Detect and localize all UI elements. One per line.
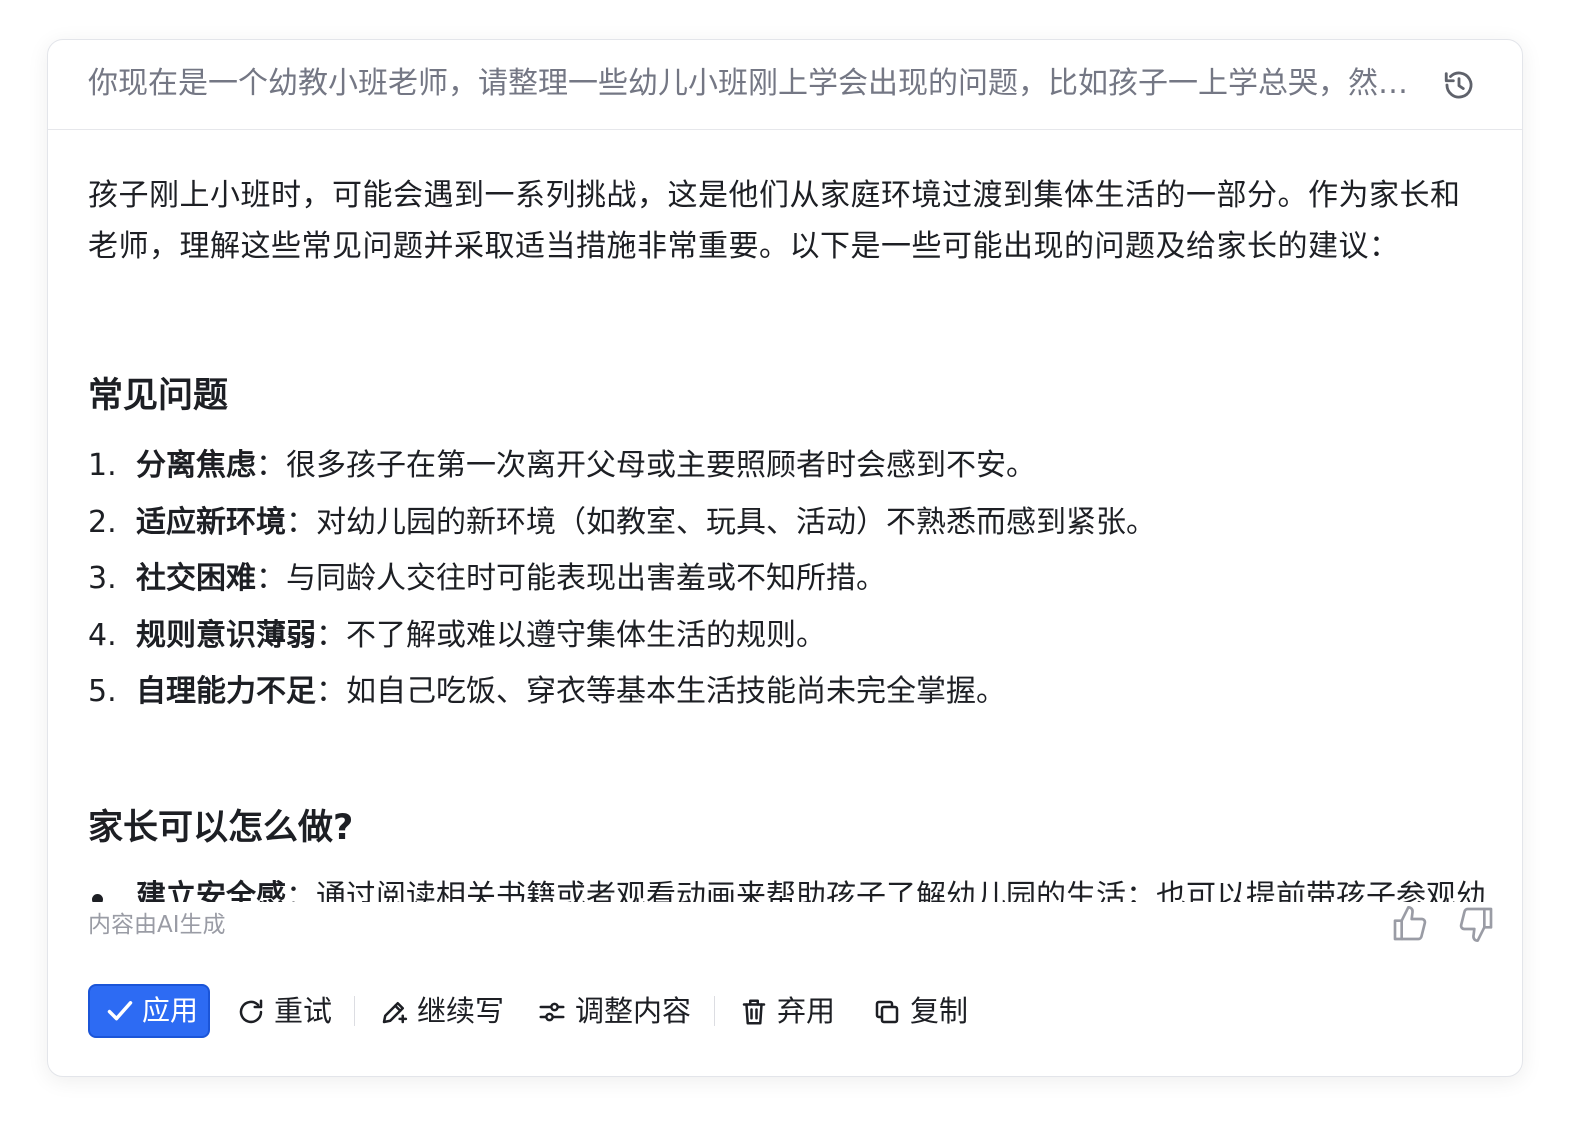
problem-desc: ：很多孩子在第一次离开父母或主要照顾者时会感到不安。 <box>256 448 1036 483</box>
pen-sparkle-icon <box>382 1002 408 1024</box>
problem-term: 适应新环境 <box>136 505 286 540</box>
tip-term: 建立安全感 <box>136 879 286 902</box>
list-number: 4. <box>88 618 117 653</box>
section-title-common-problems: 常见问题 <box>88 376 229 416</box>
list-number: 5. <box>88 674 117 709</box>
list-number: 1. <box>88 448 117 483</box>
discard-label: 弃用 <box>777 994 836 1028</box>
adjust-content-label: 调整内容 <box>575 994 692 1028</box>
problem-term: 规则意识薄弱 <box>136 618 316 653</box>
copy-label: 复制 <box>910 994 969 1028</box>
prompt-bar: 你现在是一个幼教小班老师，请整理一些幼儿小班刚上学会出现的问题，比如孩子一上学总… <box>48 40 1522 130</box>
problem-desc: ：不了解或难以遵守集体生活的规则。 <box>316 618 826 653</box>
problem-desc: ：与同龄人交往时可能表现出害羞或不知所措。 <box>256 561 886 596</box>
response-intro: 孩子刚上小班时，可能会遇到一系列挑战，这是他们从家庭环境过渡到集体生活的一部分。… <box>88 178 1461 264</box>
problem-term: 自理能力不足 <box>136 674 316 709</box>
trash-icon <box>742 999 766 1025</box>
list-number: 3. <box>88 561 117 596</box>
thumbs-up-icon[interactable] <box>1390 904 1430 944</box>
problem-term: 社交困难 <box>136 561 256 596</box>
refresh-icon <box>239 999 263 1024</box>
apply-button[interactable]: 应用 <box>88 984 210 1038</box>
ai-generated-note: 内容由AI生成 <box>88 912 226 938</box>
history-icon[interactable] <box>1442 68 1476 102</box>
sliders-icon <box>539 1002 565 1022</box>
list-number: 2. <box>88 505 117 540</box>
problem-desc: ：如自己吃饭、穿衣等基本生活技能尚未完全掌握。 <box>316 674 1006 709</box>
problem-term: 分离焦虑 <box>136 448 256 483</box>
copy-icon <box>875 1000 899 1024</box>
response-content: 孩子刚上小班时，可能会遇到一系列挑战，这是他们从家庭环境过渡到集体生活的一部分。… <box>88 170 1488 902</box>
prompt-text[interactable]: 你现在是一个幼教小班老师，请整理一些幼儿小班刚上学会出现的问题，比如孩子一上学总… <box>88 64 1418 104</box>
continue-writing-label: 继续写 <box>417 994 505 1028</box>
thumbs-down-icon[interactable] <box>1456 904 1496 944</box>
apply-label: 应用 <box>142 994 199 1027</box>
tip-desc: ：通过阅读相关书籍或者观看动画来帮助孩子了解幼儿园的生活；也可以提前带孩子参观幼… <box>286 879 1486 902</box>
ai-response-card: 你现在是一个幼教小班老师，请整理一些幼儿小班刚上学会出现的问题，比如孩子一上学总… <box>47 39 1523 1077</box>
toolbar-divider <box>714 996 715 1026</box>
section-title-parent-tips: 家长可以怎么做? <box>88 808 354 848</box>
retry-label: 重试 <box>274 994 333 1028</box>
check-icon <box>107 1001 133 1021</box>
problem-desc: ：对幼儿园的新环境（如教室、玩具、活动）不熟悉而感到紧张。 <box>286 505 1156 540</box>
toolbar-divider <box>354 996 355 1026</box>
bullet-marker <box>92 894 103 902</box>
